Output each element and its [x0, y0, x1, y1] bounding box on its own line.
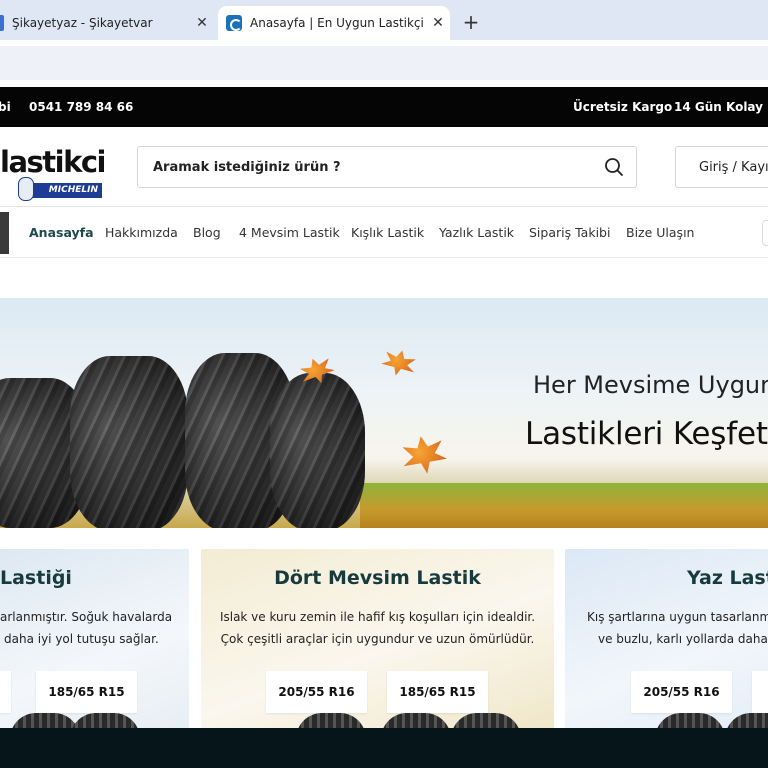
card-title: Lastiği: [0, 567, 72, 589]
search-box[interactable]: Aramak istediğiniz ürün ?: [137, 146, 637, 188]
nav-item-bize-ulasin[interactable]: Bize Ulaşın: [626, 225, 694, 240]
card-description: Islak ve kuru zemin ile hafif kış koşull…: [219, 610, 536, 624]
tire-size-button-partial[interactable]: [0, 671, 11, 713]
search-input[interactable]: Aramak istediğiniz ürün ?: [153, 160, 341, 175]
nav-item-kislik-lastik[interactable]: Kışlık Lastik: [351, 225, 424, 240]
nav-item-yazlik-lastik[interactable]: Yazlık Lastik: [439, 225, 514, 240]
nav-item-hakkimizda[interactable]: Hakkımızda: [105, 225, 178, 240]
category-card-summer[interactable]: Yaz Last Kış şartlarına uygun tasarlanm …: [565, 549, 768, 729]
top-info-bar: bi 0541 789 84 66 Ücretsiz Kargo 14 Gün …: [0, 87, 768, 127]
category-menu-toggle[interactable]: [0, 212, 9, 254]
card-description: Kış şartlarına uygun tasarlanm: [587, 610, 768, 624]
page: Şikayetyaz - Şikayetvar ✕ Anasayfa | En …: [0, 0, 768, 768]
tire-size-button[interactable]: 185/65 R15: [36, 671, 137, 713]
topbar-partial-text: bi: [0, 100, 11, 114]
autumn-leaf-icon: [379, 346, 419, 380]
browser-tab-sikayetyaz[interactable]: Şikayetyaz - Şikayetvar ✕: [0, 6, 214, 40]
card-title: Yaz Last: [687, 567, 768, 589]
nav-item-4-mevsim-lastik[interactable]: 4 Mevsim Lastik: [239, 225, 340, 240]
free-shipping-text: Ücretsiz Kargo: [573, 100, 673, 114]
category-card-winter[interactable]: Lastiği arlanmıştır. Soğuk havalarda dah…: [0, 549, 189, 729]
tab-favicon-icon: [226, 15, 242, 31]
site-header: lastikci MICHELIN Aramak istediğiniz ürü…: [0, 127, 768, 207]
banner-tire-image: [70, 356, 188, 528]
browser-tab-bar: Şikayetyaz - Şikayetvar ✕ Anasayfa | En …: [0, 0, 768, 40]
address-bar[interactable]: [0, 46, 768, 80]
banner-subtitle: Her Mevsime Uygun: [533, 371, 768, 399]
autumn-leaf-icon: [399, 432, 449, 477]
banner-grass-field: [360, 483, 768, 528]
card-description: Çok çeşitli araçlar için uygundur ve uzu…: [220, 632, 535, 646]
banner-tire-image: [270, 373, 365, 528]
tab-favicon-icon: [0, 15, 4, 31]
tire-size-button[interactable]: 205/55 R16: [631, 671, 732, 713]
logo-wordmark: lastikci: [0, 145, 107, 179]
browser-toolbar: [0, 40, 768, 86]
login-register-button[interactable]: Giriş / Kayıt: [675, 146, 768, 188]
nav-item-blog[interactable]: Blog: [193, 225, 221, 240]
browser-tab-anasayfa[interactable]: Anasayfa | En Uygun Lastikçi ✕: [218, 6, 450, 40]
nav-item-anasayfa[interactable]: Anasayfa: [29, 225, 94, 240]
site-logo[interactable]: lastikci MICHELIN: [0, 145, 107, 203]
tab-title: Şikayetyaz - Şikayetvar: [12, 16, 153, 30]
main-navigation: Anasayfa Hakkımızda Blog 4 Mevsim Lastik…: [0, 208, 768, 258]
card-description: ve buzlu, karlı yollarda daha i: [598, 632, 768, 646]
card-tire-image: [201, 711, 554, 729]
tab-title: Anasayfa | En Uygun Lastikçi: [250, 16, 424, 30]
card-tire-image: [0, 711, 189, 729]
tab-close-icon[interactable]: ✕: [426, 15, 450, 31]
card-description: arlanmıştır. Soğuk havalarda: [0, 610, 173, 624]
phone-number-link[interactable]: 0541 789 84 66: [29, 100, 133, 114]
card-title: Dört Mevsim Lastik: [274, 567, 481, 589]
card-description: daha iyi yol tutuşu sağlar.: [4, 632, 159, 646]
easy-return-text: 14 Gün Kolay İade: [674, 100, 768, 114]
tire-size-button-partial[interactable]: [752, 671, 768, 713]
tire-size-button[interactable]: 185/65 R15: [387, 671, 488, 713]
new-tab-button[interactable]: +: [458, 9, 484, 35]
tab-close-icon[interactable]: ✕: [190, 15, 214, 31]
hero-banner[interactable]: Her Mevsime Uygun Lastikleri Keşfet: [0, 298, 768, 528]
banner-title: Lastikleri Keşfet: [525, 416, 768, 452]
category-card-all-season[interactable]: Dört Mevsim Lastik Islak ve kuru zemin i…: [201, 549, 554, 729]
nav-right-button[interactable]: [762, 220, 768, 246]
michelin-badge: MICHELIN: [18, 177, 102, 201]
tire-size-button[interactable]: 205/55 R16: [266, 671, 367, 713]
bottom-overlay-bar: [0, 728, 768, 768]
search-icon[interactable]: [604, 157, 624, 177]
card-tire-image: [565, 711, 768, 729]
nav-item-siparis-takibi[interactable]: Sipariş Takibi: [529, 225, 610, 240]
